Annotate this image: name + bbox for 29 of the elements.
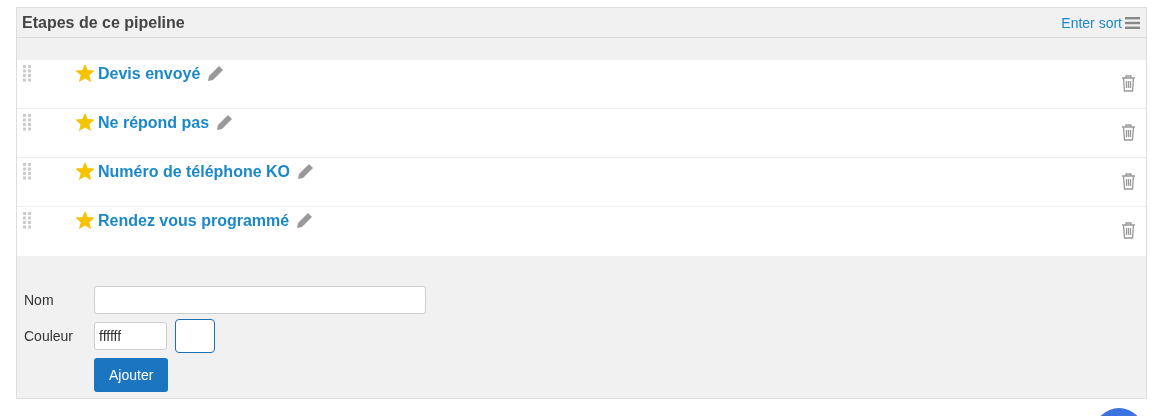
star-icon[interactable] xyxy=(76,212,94,229)
pencil-icon[interactable] xyxy=(296,212,314,229)
color-swatch[interactable] xyxy=(175,319,215,353)
pencil-icon[interactable] xyxy=(297,163,315,180)
star-icon[interactable] xyxy=(76,114,94,131)
color-input[interactable]: ffffff xyxy=(94,322,167,350)
trash-icon[interactable] xyxy=(1121,75,1136,92)
trash-icon[interactable] xyxy=(1121,222,1136,239)
drag-handle-icon[interactable] xyxy=(23,65,31,82)
stage-name-link[interactable]: Rendez vous programmé xyxy=(98,212,290,230)
sort-link[interactable]: Enter sort xyxy=(1061,14,1122,31)
panel-title: Etapes de ce pipeline xyxy=(22,13,186,32)
trash-icon[interactable] xyxy=(1121,124,1136,141)
trash-icon[interactable] xyxy=(1121,173,1136,190)
drag-handle-icon[interactable] xyxy=(23,212,31,229)
star-icon[interactable] xyxy=(76,163,94,180)
stage-name-link[interactable]: Ne répond pas xyxy=(98,114,210,132)
drag-handle-icon[interactable] xyxy=(23,163,31,180)
menu-icon[interactable] xyxy=(1125,16,1140,29)
drag-handle-icon[interactable] xyxy=(23,114,31,131)
star-icon[interactable] xyxy=(76,65,94,82)
color-label: Couleur xyxy=(24,328,75,344)
pencil-icon[interactable] xyxy=(216,114,234,131)
name-label: Nom xyxy=(24,292,55,308)
pencil-icon[interactable] xyxy=(207,65,225,82)
name-input[interactable] xyxy=(94,286,426,314)
stage-name-link[interactable]: Devis envoyé xyxy=(98,65,201,83)
stage-name-link[interactable]: Numéro de téléphone KO xyxy=(98,163,291,181)
add-button[interactable]: Ajouter xyxy=(94,358,169,392)
